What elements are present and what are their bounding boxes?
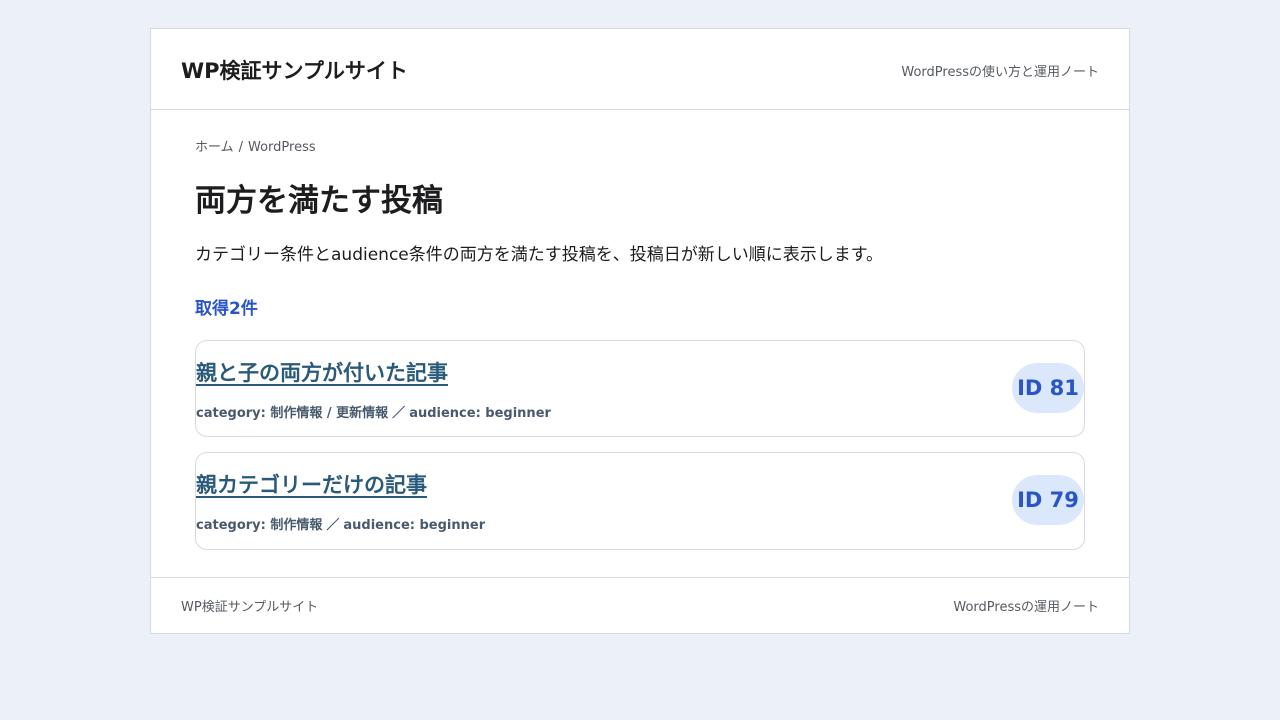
post-list: 親と子の両方が付いた記事 category: 制作情報 / 更新情報／ audie… [195, 340, 1085, 550]
post-audience: audience: beginner [409, 406, 551, 421]
post-meta-separator: ／ [392, 406, 406, 421]
post-title-link[interactable]: 親カテゴリーだけの記事 [196, 469, 427, 499]
post-meta: category: 制作情報 / 更新情報／ audience: beginner [196, 402, 551, 421]
site-header: WP検証サンプルサイト WordPressの使い方と運用ノート [151, 29, 1129, 110]
page-title: 両方を満たす投稿 [195, 183, 443, 219]
breadcrumb-separator: / [238, 140, 244, 155]
site-title[interactable]: WP検証サンプルサイト [181, 55, 408, 85]
footer-site-name: WP検証サンプルサイト [181, 600, 319, 615]
breadcrumb-current[interactable]: WordPress [248, 140, 316, 155]
site-footer: WP検証サンプルサイト WordPressの運用ノート [151, 577, 1129, 634]
post-meta: category: 制作情報／ audience: beginner [196, 514, 485, 533]
post-title-link[interactable]: 親と子の両方が付いた記事 [196, 357, 448, 387]
post-category: category: 制作情報 / 更新情報 [196, 406, 389, 421]
site-tagline: WordPressの使い方と運用ノート [901, 65, 1099, 80]
result-count: 取得2件 [195, 299, 258, 319]
page-frame: WP検証サンプルサイト WordPressの使い方と運用ノート ホーム / Word… [150, 28, 1130, 634]
post-category: category: 制作情報 [196, 518, 323, 533]
post-id-badge: ID 79 [1012, 475, 1084, 525]
post-id-badge: ID 81 [1012, 363, 1084, 413]
page-description: カテゴリー条件とaudience条件の両方を満たす投稿を、投稿日が新しい順に表示… [195, 245, 884, 265]
breadcrumb: ホーム / WordPress [195, 136, 316, 155]
post-meta-separator: ／ [326, 518, 340, 533]
footer-tagline: WordPressの運用ノート [953, 600, 1099, 615]
post-card: 親と子の両方が付いた記事 category: 制作情報 / 更新情報／ audie… [195, 340, 1085, 437]
post-card: 親カテゴリーだけの記事 category: 制作情報／ audience: beg… [195, 452, 1085, 550]
breadcrumb-home-link[interactable]: ホーム [195, 140, 234, 155]
post-audience: audience: beginner [343, 518, 486, 533]
